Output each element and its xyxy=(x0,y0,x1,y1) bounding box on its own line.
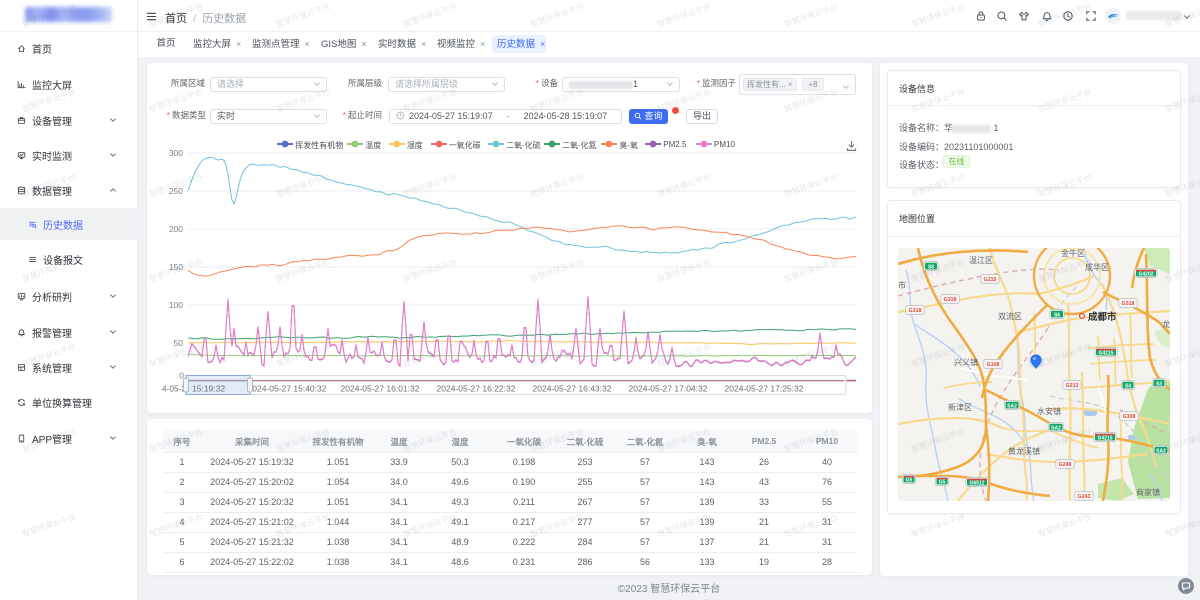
svg-text:兴义镇: 兴义镇 xyxy=(954,357,978,367)
svg-text:G318: G318 xyxy=(1122,301,1135,307)
svg-text:新津区: 新津区 xyxy=(948,402,972,412)
svg-text:SA2: SA2 xyxy=(1051,425,1061,431)
svg-text:G215: G215 xyxy=(984,277,997,283)
svg-text:G318: G318 xyxy=(909,308,922,314)
svg-text:SA2: SA2 xyxy=(1156,448,1166,454)
svg-text:市: 市 xyxy=(898,280,906,290)
svg-text:双流区: 双流区 xyxy=(998,311,1022,321)
svg-text:温江区: 温江区 xyxy=(969,256,993,265)
svg-text:G108: G108 xyxy=(1123,414,1136,420)
svg-text:G6512: G6512 xyxy=(969,480,984,486)
svg-text:G5: G5 xyxy=(906,477,913,483)
svg-text:龙: 龙 xyxy=(1162,319,1170,329)
svg-text:水安镇: 水安镇 xyxy=(1037,406,1061,416)
svg-text:S6: S6 xyxy=(1054,312,1060,318)
svg-text:S3: S3 xyxy=(1156,381,1162,387)
svg-text:G108: G108 xyxy=(987,362,1000,368)
svg-text:G243: G243 xyxy=(1078,494,1091,500)
svg-text:成都市: 成都市 xyxy=(1088,311,1117,323)
svg-text:G5: G5 xyxy=(939,479,946,485)
svg-text:G4202: G4202 xyxy=(1138,271,1153,277)
svg-text:S8: S8 xyxy=(928,264,934,270)
svg-text:金牛区: 金牛区 xyxy=(1061,248,1085,258)
svg-text:S4: S4 xyxy=(1125,383,1131,389)
svg-text:商家镇: 商家镇 xyxy=(1136,487,1160,497)
svg-text:SA2: SA2 xyxy=(1007,403,1017,409)
svg-text:G318: G318 xyxy=(944,297,957,303)
svg-text:G248: G248 xyxy=(1059,462,1072,468)
svg-text:成华区: 成华区 xyxy=(1085,262,1109,272)
svg-text:G213: G213 xyxy=(1066,383,1079,389)
svg-text:G4215: G4215 xyxy=(1098,350,1113,356)
svg-text:G4215: G4215 xyxy=(1097,435,1112,441)
svg-text:黄龙溪镇: 黄龙溪镇 xyxy=(1008,446,1040,456)
